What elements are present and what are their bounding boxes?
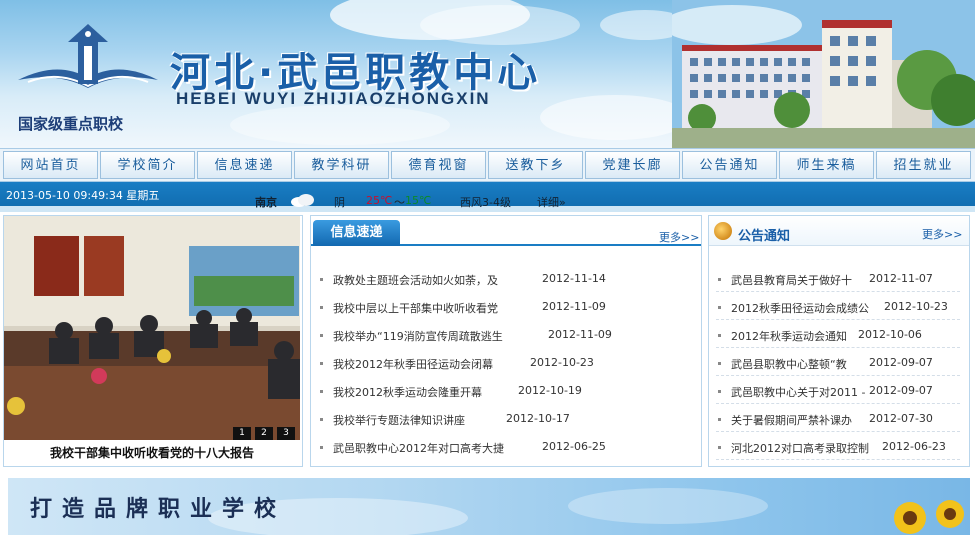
- speaker-icon: [714, 222, 732, 240]
- divider: [716, 431, 960, 432]
- notice-item-date: 2012-09-07: [869, 356, 933, 369]
- notice-panel-title: 公告通知: [738, 229, 791, 244]
- divider: [716, 375, 960, 376]
- news-item-date: 2012-11-09: [542, 300, 606, 313]
- school-badge-text: 国家级重点职校: [18, 115, 124, 133]
- notice-item-title[interactable]: 2012年秋季运动会通知: [731, 328, 847, 344]
- news-item-title[interactable]: 我校中层以上干部集中收听收看党: [333, 300, 498, 316]
- notice-item-title[interactable]: 武邑县职教中心整顿“教: [731, 356, 847, 372]
- news-item-title[interactable]: 武邑职教中心2012年对口高考大捷: [333, 440, 504, 456]
- bullet-icon: [718, 362, 721, 365]
- notice-item-title[interactable]: 2012秋季田径运动会成绩公: [731, 300, 869, 316]
- notice-item-date: 2012-10-23: [884, 300, 948, 313]
- notice-item-date: 2012-09-07: [869, 384, 933, 397]
- news-item-title[interactable]: 政教处主题班会活动如火如荼，及: [333, 272, 498, 288]
- news-item-date: 2012-10-23: [530, 356, 594, 369]
- news-item-date: 2012-11-09: [548, 328, 612, 341]
- news-tab[interactable]: 信息速递: [313, 220, 400, 246]
- bullet-icon: [718, 418, 721, 421]
- slogan-text: 打造品牌职业学校: [30, 496, 287, 522]
- notice-item-date: 2012-10-06: [858, 328, 922, 341]
- divider: [716, 291, 960, 292]
- divider: [716, 319, 960, 320]
- photo-pager-3[interactable]: 3: [277, 427, 295, 440]
- nav-item-admissions[interactable]: 招生就业: [876, 151, 971, 179]
- sunflower-icon: [894, 500, 964, 534]
- campus-building-image: [672, 0, 975, 148]
- news-item-title[interactable]: 我校2012秋季运动会隆重开幕: [333, 384, 482, 400]
- site-subtitle: HEBEI WUYI ZHIJIAOZHONGXIN: [176, 89, 491, 108]
- nav-item-party-building[interactable]: 党建长廊: [585, 151, 680, 179]
- divider: [716, 347, 960, 348]
- news-item-date: 2012-10-17: [506, 412, 570, 425]
- divider: [716, 459, 960, 460]
- bullet-icon: [320, 334, 323, 337]
- nav-item-news[interactable]: 信息速递: [197, 151, 292, 179]
- photo-caption[interactable]: 我校干部集中收听收看党的十八大报告: [4, 440, 300, 466]
- weather-city: 南京: [255, 196, 277, 209]
- cloud-icon: [291, 194, 314, 207]
- notice-item-date: 2012-07-30: [869, 412, 933, 425]
- notice-item-date: 2012-06-23: [882, 440, 946, 453]
- nav-item-submissions[interactable]: 师生来稿: [779, 151, 874, 179]
- main-nav: 网站首页 学校简介 信息速递 教学科研 德育视窗 送教下乡 党建长廊 公告通知 …: [0, 148, 975, 182]
- date-time: 2013-05-10 09:49:34 星期五: [6, 189, 160, 202]
- notice-item-title[interactable]: 武邑县教育局关于做好十: [731, 272, 852, 288]
- nav-item-school-intro[interactable]: 学校简介: [100, 151, 195, 179]
- nav-item-notices[interactable]: 公告通知: [682, 151, 777, 179]
- photo-pager-2[interactable]: 2: [255, 427, 273, 440]
- nav-item-outreach[interactable]: 送教下乡: [488, 151, 583, 179]
- bullet-icon: [320, 390, 323, 393]
- nav-item-home[interactable]: 网站首页: [3, 151, 98, 179]
- nav-item-teaching-research[interactable]: 教学科研: [294, 151, 389, 179]
- bullet-icon: [320, 362, 323, 365]
- news-photo-image[interactable]: [4, 216, 300, 440]
- news-item-date: 2012-11-14: [542, 272, 606, 285]
- bullet-icon: [718, 390, 721, 393]
- school-logo-icon[interactable]: [18, 20, 158, 115]
- weather-wind: 西风3-4级: [460, 196, 511, 209]
- news-item-title[interactable]: 我校举办“119消防宣传周疏散逃生: [333, 328, 503, 344]
- notice-item-date: 2012-11-07: [869, 272, 933, 285]
- nav-item-moral-education[interactable]: 德育视窗: [391, 151, 486, 179]
- temperature-high: 15℃: [405, 194, 432, 207]
- notice-more-link[interactable]: 更多>>: [922, 226, 962, 242]
- temperature-separator: ～: [394, 196, 405, 209]
- weather-detail-link[interactable]: 详细»: [537, 194, 566, 210]
- bullet-icon: [718, 446, 721, 449]
- photo-pager-1[interactable]: 1: [233, 427, 251, 440]
- news-item-date: 2012-06-25: [542, 440, 606, 453]
- temperature-low: 25℃: [366, 194, 393, 207]
- bullet-icon: [320, 306, 323, 309]
- notice-item-title[interactable]: 关于暑假期间严禁补课办: [731, 412, 852, 428]
- bullet-icon: [718, 278, 721, 281]
- divider: [716, 403, 960, 404]
- bullet-icon: [320, 446, 323, 449]
- bullet-icon: [320, 418, 323, 421]
- news-item-title[interactable]: 我校举行专题法律知识讲座: [333, 412, 465, 428]
- bullet-icon: [320, 278, 323, 281]
- notice-item-title[interactable]: 河北2012对口高考录取控制: [731, 440, 869, 456]
- notice-item-title[interactable]: 武邑职教中心关于对2011 -: [731, 384, 865, 400]
- news-more-link[interactable]: 更多>>: [659, 229, 699, 245]
- news-item-title[interactable]: 我校2012年秋季田径运动会闭幕: [333, 356, 493, 372]
- news-item-date: 2012-10-19: [518, 384, 582, 397]
- weather-condition: 阴: [334, 196, 345, 209]
- bullet-icon: [718, 306, 721, 309]
- bullet-icon: [718, 334, 721, 337]
